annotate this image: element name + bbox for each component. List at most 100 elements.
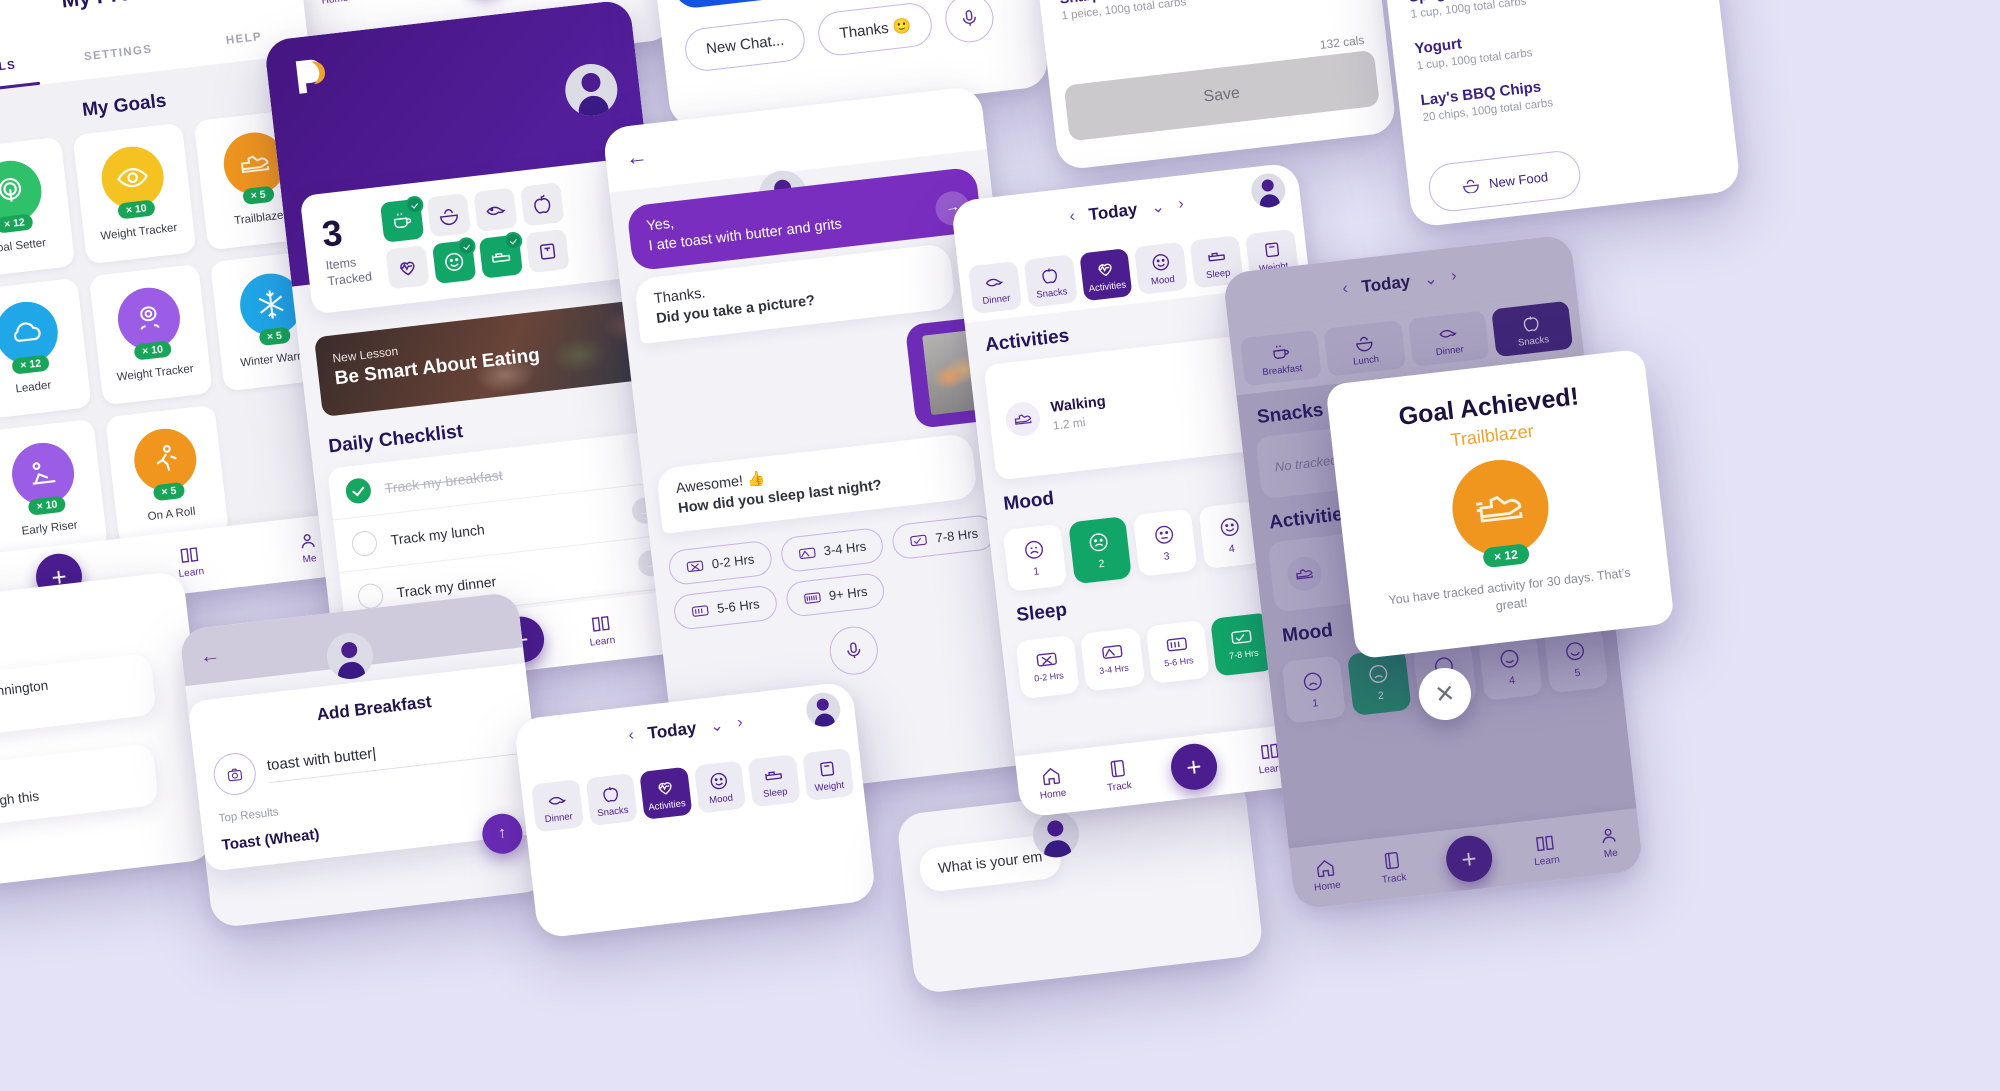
arrow-left-icon[interactable]: ← — [624, 143, 649, 171]
tile-breakfast[interactable] — [379, 195, 425, 243]
chevron-down-icon[interactable]: ⌄ — [1150, 197, 1166, 218]
badge-card[interactable]: × 5 On A Roll — [104, 404, 230, 547]
tracker-date-label[interactable]: Today — [1088, 200, 1139, 225]
chevron-left-icon[interactable]: ‹ — [628, 727, 635, 745]
shoe-icon — [1475, 495, 1523, 523]
modal-description: You have tracked activity for 30 days. T… — [1387, 565, 1632, 614]
sleep-3-4-icon — [1101, 645, 1123, 659]
chevron-right-icon[interactable]: › — [736, 714, 743, 732]
segment-activities[interactable]: Activities — [639, 766, 692, 820]
save-button[interactable]: Save — [1063, 49, 1380, 142]
lesson-banner[interactable]: New Lesson Be Smart About Eating — [313, 297, 665, 417]
sleep-chip-5-6[interactable]: 5-6 Hrs — [672, 584, 779, 632]
yoga-icon — [32, 462, 56, 486]
tile-snacks[interactable] — [519, 182, 565, 227]
welcome-bubble-2: Coach 👋 walkthrough this — [0, 743, 160, 832]
checklist-label: Track my dinner — [395, 573, 497, 601]
mood-option-1[interactable]: 1 — [1002, 523, 1067, 592]
badge-multiplier: × 10 — [133, 340, 172, 361]
apple-icon — [1042, 268, 1058, 284]
segment-dinner[interactable]: Dinner — [968, 260, 1023, 315]
tile-lunch[interactable] — [426, 193, 471, 238]
checkbox-lunch[interactable] — [350, 529, 379, 557]
arrow-up-icon: ↑ — [497, 824, 508, 843]
badge-card[interactable]: × 12 Leader — [0, 277, 92, 420]
sleep-label: 0-2 Hrs — [1033, 670, 1065, 684]
mood-frown-icon — [1090, 532, 1108, 551]
quick-reply-thanks[interactable]: Thanks 🙂 — [816, 0, 935, 58]
mic-button[interactable] — [827, 624, 881, 678]
nav-track[interactable]: Track — [1104, 757, 1132, 794]
quick-reply-new-chat[interactable]: New Chat... — [682, 15, 808, 73]
badge-card[interactable]: × 10 Weight Tracker — [88, 263, 214, 406]
bed-icon — [1207, 252, 1225, 262]
new-food-button[interactable]: New Food — [1426, 148, 1583, 214]
checkbox-dinner[interactable] — [356, 581, 385, 610]
sleep-option-0-2[interactable]: 0-2 Hrs — [1015, 634, 1081, 700]
segment-sleep[interactable]: Sleep — [747, 754, 801, 808]
tile-mood[interactable] — [431, 236, 477, 285]
segment-label: Dinner — [981, 292, 1012, 307]
checkbox-breakfast[interactable] — [344, 477, 373, 505]
mood-option-2[interactable]: 2 — [1067, 516, 1133, 585]
heart-pulse-icon — [399, 261, 415, 276]
ingredient-row[interactable]: Sharp Cheddar Cheese 1 peice, 100g total… — [1038, 0, 1381, 33]
ingredients-card: Ingredients Sharp Cheddar Cheese 1 peice… — [1032, 0, 1398, 171]
badge-card[interactable]: × 12 Goal Setter — [0, 136, 76, 279]
heart-pulse-icon — [658, 782, 672, 795]
sleep-option-3-4[interactable]: 3-4 Hrs — [1080, 627, 1146, 692]
fish-icon — [986, 278, 1004, 287]
mood-neutral-icon — [1155, 525, 1174, 544]
sleep-option-5-6[interactable]: 5-6 Hrs — [1145, 619, 1211, 685]
badge-multiplier: × 5 — [241, 186, 275, 206]
mic-button[interactable] — [943, 0, 997, 45]
camera-button[interactable] — [211, 750, 259, 798]
nav-home-label: Home — [1039, 787, 1068, 802]
segment-mood[interactable]: Mood — [693, 760, 747, 814]
flower-icon — [140, 306, 160, 331]
nav-learn[interactable]: Learn — [587, 612, 616, 649]
mic-icon — [963, 10, 977, 26]
badge-card[interactable]: × 10 Early Riser — [0, 418, 108, 561]
tile-weight[interactable] — [525, 228, 570, 274]
mood-option-3[interactable]: 3 — [1132, 508, 1198, 577]
badge-card[interactable]: × 10 Weight Tracker — [72, 122, 197, 265]
tile-dinner[interactable] — [473, 187, 518, 232]
food-list-card: Big Apple 1 peice, 100g total carbs Spag… — [1378, 0, 1742, 228]
arrow-left-icon[interactable]: ← — [199, 644, 222, 669]
activity-text: Walking 1.2 mi — [1050, 393, 1108, 432]
avatar[interactable] — [804, 690, 843, 729]
segment-snacks[interactable]: Snacks — [1023, 254, 1078, 308]
sleep-chip-9plus[interactable]: 9+ Hrs — [784, 572, 887, 619]
nav-home[interactable]: Home — [1037, 765, 1067, 802]
nav-home[interactable]: Home — [318, 0, 349, 7]
segment-snacks[interactable]: Snacks — [585, 772, 638, 827]
badge-name: Early Riser — [21, 519, 79, 539]
chevron-down-icon[interactable]: ⌄ — [709, 715, 725, 736]
nav-learn[interactable]: Learn — [175, 543, 205, 580]
segment-dinner[interactable]: Dinner — [531, 779, 584, 833]
chevron-left-icon[interactable]: ‹ — [1069, 208, 1076, 226]
tile-sleep[interactable] — [478, 231, 523, 279]
badge-name: Leader — [14, 379, 52, 396]
tile-activities[interactable] — [385, 245, 430, 290]
segment-mood[interactable]: Mood — [1134, 241, 1189, 295]
avatar[interactable] — [1249, 171, 1288, 210]
nav-me-label: Me — [302, 553, 318, 566]
sleep-chip-7-8[interactable]: 7-8 Hrs — [890, 514, 997, 561]
bed-icon — [764, 771, 782, 781]
sleep-chip-0-2[interactable]: 0-2 Hrs — [667, 539, 774, 587]
tracker-date-label[interactable]: Today — [647, 718, 698, 743]
segment-weight[interactable]: Weight — [801, 747, 855, 802]
sleep-0-2-icon — [1036, 652, 1058, 667]
food-search-input[interactable]: toast with butter| — [266, 728, 520, 784]
chip-label: 3-4 Hrs — [822, 538, 868, 559]
add-fab[interactable]: + — [1168, 741, 1220, 793]
add-breakfast-screen: ← Add Breakfast toast with butter| ✕ Top… — [178, 591, 552, 929]
segment-label: Activities — [1088, 279, 1127, 295]
avatar[interactable] — [562, 61, 621, 119]
nav-me[interactable]: Me — [296, 530, 320, 566]
sleep-chip-3-4[interactable]: 3-4 Hrs — [779, 527, 886, 574]
chevron-right-icon[interactable]: › — [1177, 195, 1184, 213]
segment-activities[interactable]: Activities — [1078, 248, 1133, 302]
